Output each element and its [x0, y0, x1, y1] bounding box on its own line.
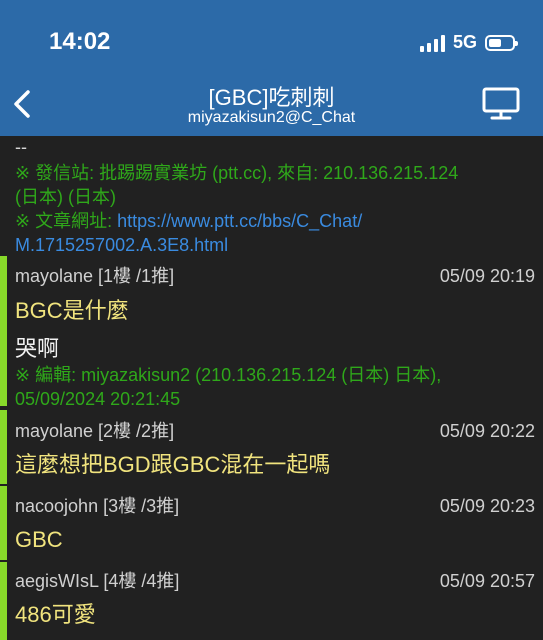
- status-time: 14:02: [49, 28, 111, 55]
- source-line-cont: (日本) (日本): [15, 187, 116, 207]
- push-indicator: [0, 486, 7, 560]
- display-mode-button[interactable]: [481, 86, 521, 122]
- battery-icon: [485, 34, 518, 51]
- article-url-link[interactable]: https://www.ptt.cc/bbs/C_Chat/: [117, 211, 362, 231]
- article-url-line: ※ 文章網址: https://www.ptt.cc/bbs/C_Chat/: [15, 210, 362, 232]
- edit-line-cont: 05/09/2024 20:21:45: [15, 389, 181, 409]
- url-label: ※ 文章網址:: [15, 211, 118, 231]
- comment-meta: mayolane [1樓 /1推]: [15, 266, 175, 286]
- comment-meta: mayolane [2樓 /2推]: [15, 421, 175, 441]
- reply-text: 哭啊: [15, 336, 60, 361]
- status-bar: 14:02 5G: [0, 0, 543, 72]
- source-line: ※ 發信站: 批踢踢實業坊 (ptt.cc), 來自: 210.136.215.…: [15, 163, 459, 183]
- push-indicator: [0, 256, 7, 406]
- comment-text: BGC是什麼: [15, 298, 129, 323]
- comment-text: GBC: [15, 527, 63, 552]
- monitor-icon: [482, 87, 520, 120]
- push-indicator: [0, 410, 7, 484]
- comment-meta: aegisWIsL [4樓 /4推]: [15, 571, 180, 591]
- comment-time: 05/09 20:22: [439, 421, 535, 441]
- comment-text: 這麼想把BGD跟GBC混在一起嗎: [15, 452, 331, 477]
- page-subtitle: miyazakisun2@C_Chat: [187, 109, 356, 126]
- nav-bar: [GBC]吃刺刺 miyazakisun2@C_Chat: [0, 72, 543, 136]
- article-url-link-cont[interactable]: M.1715257002.A.3E8.html: [15, 234, 228, 256]
- comment-time: 05/09 20:57: [439, 571, 535, 591]
- page-title: [GBC]吃刺刺: [208, 85, 335, 110]
- network-type: 5G: [452, 32, 477, 52]
- article-content[interactable]: -- ※ 發信站: 批踢踢實業坊 (ptt.cc), 來自: 210.136.2…: [0, 136, 543, 640]
- comment-time: 05/09 20:19: [439, 266, 535, 286]
- edit-line: ※ 編輯: miyazakisun2 (210.136.215.124 (日本)…: [15, 365, 442, 385]
- comment-meta: nacoojohn [3樓 /3推]: [15, 496, 180, 516]
- signature-separator: --: [15, 137, 27, 157]
- comment-text: 486可愛: [15, 602, 96, 627]
- signal-icon: [419, 34, 445, 52]
- comment-time: 05/09 20:23: [439, 496, 535, 516]
- push-indicator: [0, 562, 7, 640]
- status-indicators: 5G: [419, 32, 518, 53]
